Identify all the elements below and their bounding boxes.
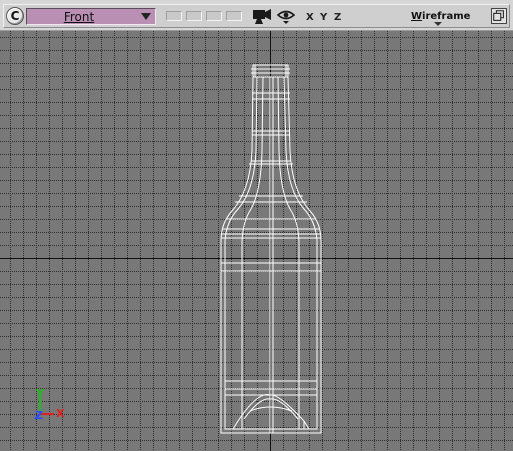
viewport-canvas[interactable]: Y X Z	[0, 31, 513, 451]
axis-z-label: Z	[35, 409, 43, 422]
front-viewport[interactable]: Y X Z	[0, 31, 513, 451]
layout-button-2[interactable]	[186, 11, 202, 21]
layout-button-3[interactable]	[206, 11, 222, 21]
eye-icon[interactable]	[277, 9, 295, 24]
axis-z-toggle[interactable]: Z	[334, 12, 341, 23]
chevron-down-icon	[141, 13, 151, 20]
axis-y-label: Y	[35, 387, 45, 400]
view-select-dropdown[interactable]: Front	[26, 8, 156, 25]
view-select-label: Front	[63, 10, 95, 24]
viewport-toolbar: C Front X Y Z Wireframe	[0, 0, 513, 31]
render-mode-caret-icon	[434, 22, 442, 26]
axis-x-toggle[interactable]: X	[306, 12, 314, 23]
render-mode-mnemonic: W	[411, 11, 423, 22]
render-mode-label: ireframe	[422, 11, 471, 22]
layout-button-1[interactable]	[166, 11, 182, 21]
axis-x-label: X	[56, 407, 65, 420]
layout-button-4[interactable]	[226, 11, 242, 21]
axis-y-toggle[interactable]: Y	[320, 12, 327, 23]
view-menu-glyph: C	[10, 9, 20, 23]
camera-icon[interactable]	[252, 8, 272, 25]
maximize-viewport-button[interactable]	[491, 8, 507, 24]
axis-triad: Y X Z	[34, 387, 65, 422]
render-mode-dropdown[interactable]: Wireframe	[411, 11, 470, 22]
view-menu-button[interactable]: C	[6, 7, 24, 25]
